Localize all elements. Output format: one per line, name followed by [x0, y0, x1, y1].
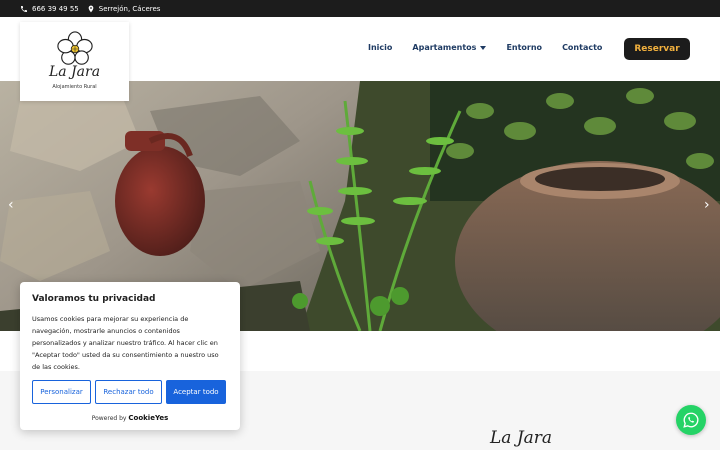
cookie-description: Usamos cookies para mejorar su experienc…	[32, 315, 219, 371]
location-contact: Serrejón, Cáceres	[87, 4, 161, 13]
map-pin-icon	[88, 5, 94, 12]
site-logo[interactable]: La Jara Alojamiento Rural	[20, 22, 129, 101]
logo-name: La Jara	[48, 64, 101, 80]
cookie-customize-button[interactable]: Personalizar	[32, 380, 91, 404]
whatsapp-icon	[683, 412, 699, 428]
nav-item-contacto[interactable]: Contacto	[562, 43, 602, 52]
nav-item-inicio[interactable]: Inicio	[368, 43, 392, 52]
cookie-powered-by: Powered by CookieYes	[20, 414, 240, 422]
cookieyes-logo: CookieYes	[128, 414, 169, 422]
flower-logo-icon	[57, 31, 93, 65]
nav-item-entorno[interactable]: Entorno	[506, 43, 542, 52]
cookie-reject-button[interactable]: Rechazar todo	[95, 380, 162, 404]
location-text: Serrejón, Cáceres	[98, 4, 161, 13]
top-bar: 666 39 49 55 Serrejón, Cáceres	[0, 0, 720, 17]
phone-number: 666 39 49 55	[32, 4, 79, 13]
caret-down-icon	[480, 45, 487, 50]
slider-prev-arrow[interactable]: ‹	[8, 197, 14, 213]
main-nav: Inicio Apartamentos Entorno Contacto	[368, 43, 602, 52]
phone-icon	[21, 5, 27, 12]
whatsapp-button[interactable]	[676, 405, 706, 435]
reserve-button[interactable]: Reservar	[624, 38, 690, 60]
nav-item-apartamentos-label: Apartamentos	[412, 43, 477, 52]
cookie-buttons: Personalizar Rechazar todo Aceptar todo	[32, 380, 226, 404]
section-logo: La Jara	[490, 428, 553, 448]
cookie-accept-button[interactable]: Aceptar todo	[166, 380, 226, 404]
phone-contact[interactable]: 666 39 49 55	[20, 5, 79, 13]
slider-next-arrow[interactable]: ›	[704, 197, 710, 213]
logo-subtitle: Alojamiento Rural	[52, 84, 97, 90]
cookie-consent-banner: Valoramos tu privacidad Usamos cookies p…	[20, 282, 240, 430]
nav-item-apartamentos[interactable]: Apartamentos	[412, 43, 487, 52]
cookie-title: Valoramos tu privacidad	[32, 294, 156, 304]
powered-by-label: Powered by	[91, 415, 127, 422]
